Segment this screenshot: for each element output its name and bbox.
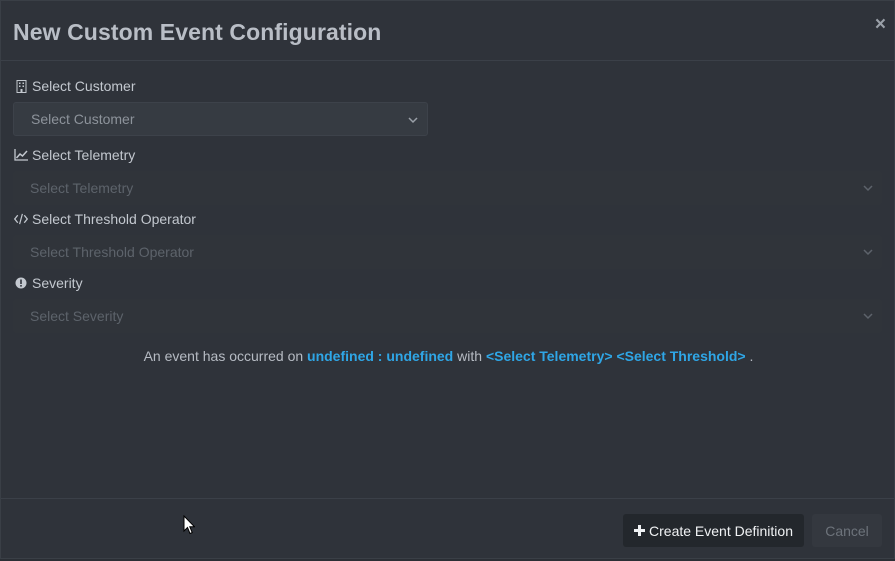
code-icon xyxy=(14,212,28,226)
summary-middle: with xyxy=(457,348,483,364)
operator-select[interactable]: Select Threshold Operator xyxy=(13,235,882,269)
customer-label-text: Select Customer xyxy=(32,78,136,94)
dialog-footer: Create Event Definition Cancel xyxy=(1,498,894,561)
cancel-button[interactable]: Cancel xyxy=(812,514,882,547)
event-summary: An event has occurred on undefined : und… xyxy=(1,348,895,364)
cancel-label: Cancel xyxy=(825,522,869,539)
telemetry-field-label: Select Telemetry xyxy=(14,147,135,163)
dialog-header: New Custom Event Configuration × xyxy=(1,1,894,61)
operator-select-value: Select Threshold Operator xyxy=(30,244,194,260)
mouse-cursor-icon xyxy=(183,515,195,535)
severity-field-label: Severity xyxy=(14,275,83,291)
plus-icon xyxy=(634,525,646,536)
building-icon xyxy=(14,79,28,93)
summary-suffix: . xyxy=(749,348,754,364)
summary-threshold: <Select Threshold> xyxy=(616,348,746,364)
operator-field-label: Select Threshold Operator xyxy=(14,211,196,227)
telemetry-label-text: Select Telemetry xyxy=(32,147,136,163)
customer-select[interactable]: Select Customer xyxy=(13,102,428,136)
custom-event-dialog: New Custom Event Configuration × Select … xyxy=(0,0,895,559)
dialog-title: New Custom Event Configuration xyxy=(13,19,382,45)
chevron-down-icon xyxy=(863,249,873,256)
close-icon[interactable]: × xyxy=(875,15,886,35)
customer-select-value: Select Customer xyxy=(31,111,135,127)
severity-select[interactable]: Select Severity xyxy=(13,299,882,333)
chevron-down-icon xyxy=(863,313,873,320)
telemetry-select[interactable]: Select Telemetry xyxy=(13,171,882,205)
summary-target: undefined : undefined xyxy=(307,348,454,364)
summary-telemetry: <Select Telemetry> xyxy=(485,348,613,364)
chevron-down-icon xyxy=(863,185,873,192)
severity-label-text: Severity xyxy=(32,275,83,291)
create-event-button[interactable]: Create Event Definition xyxy=(623,514,804,547)
line-chart-icon xyxy=(14,148,28,162)
severity-select-value: Select Severity xyxy=(30,308,124,324)
chevron-down-icon xyxy=(408,117,418,124)
exclamation-circle-icon xyxy=(14,276,28,290)
create-event-label: Create Event Definition xyxy=(649,522,793,539)
telemetry-select-value: Select Telemetry xyxy=(30,180,134,196)
operator-label-text: Select Threshold Operator xyxy=(32,211,196,227)
customer-field-label: Select Customer xyxy=(14,78,135,94)
summary-prefix: An event has occurred on xyxy=(143,348,304,364)
